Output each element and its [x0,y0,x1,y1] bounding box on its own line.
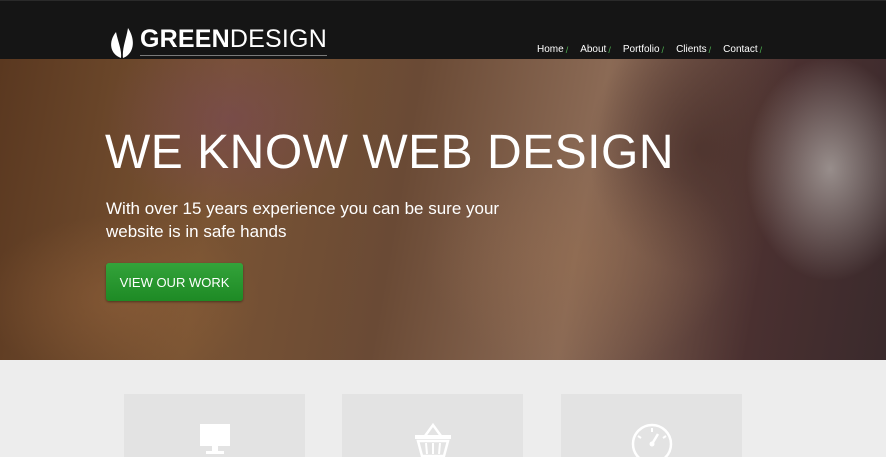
features-section [0,360,886,457]
nav-item-label: Portfolio [622,44,660,55]
nav-separator: / [708,44,712,55]
nav-item-home[interactable]: Home / [537,44,568,55]
nav-item-about[interactable]: About / [580,44,611,55]
brand-name-rest: DESIGN [229,25,327,53]
speedometer-icon [631,423,672,457]
nav-item-label: About [580,44,607,55]
nav-item-portfolio[interactable]: Portfolio / [623,44,664,55]
hero-banner: WE KNOW WEB DESIGN With over 15 years ex… [0,59,886,360]
hero-title: WE KNOW WEB DESIGN [105,126,675,179]
logo[interactable]: GREENDESIGN [108,21,327,59]
nav-item-label: Contact [723,44,758,55]
site-header: GREENDESIGN Home / About / Portfolio / Clie… [0,0,886,59]
basket-icon [414,422,451,457]
view-our-work-button[interactable]: VIEW OUR WORK [106,263,243,301]
brand-name: GREENDESIGN [140,26,327,56]
nav-separator: / [661,44,665,55]
hero-subtitle: With over 15 years experience you can be… [106,199,500,241]
main-nav: Home / About / Portfolio / Clients / Contact… [537,44,774,55]
monitor-icon [199,424,230,454]
feature-card-design[interactable] [124,394,305,457]
nav-separator: / [759,44,763,55]
feature-card-ecommerce[interactable] [342,394,523,457]
leaf-logo-icon [111,28,133,58]
nav-item-label: Home [537,44,564,55]
feature-card-speed[interactable] [561,394,742,457]
nav-item-contact[interactable]: Contact / [723,44,762,55]
nav-item-clients[interactable]: Clients / [676,44,711,55]
nav-separator: / [565,44,569,55]
nav-separator: / [608,44,611,55]
nav-item-label: Clients [676,44,707,55]
brand-name-bold: GREEN [140,25,230,53]
